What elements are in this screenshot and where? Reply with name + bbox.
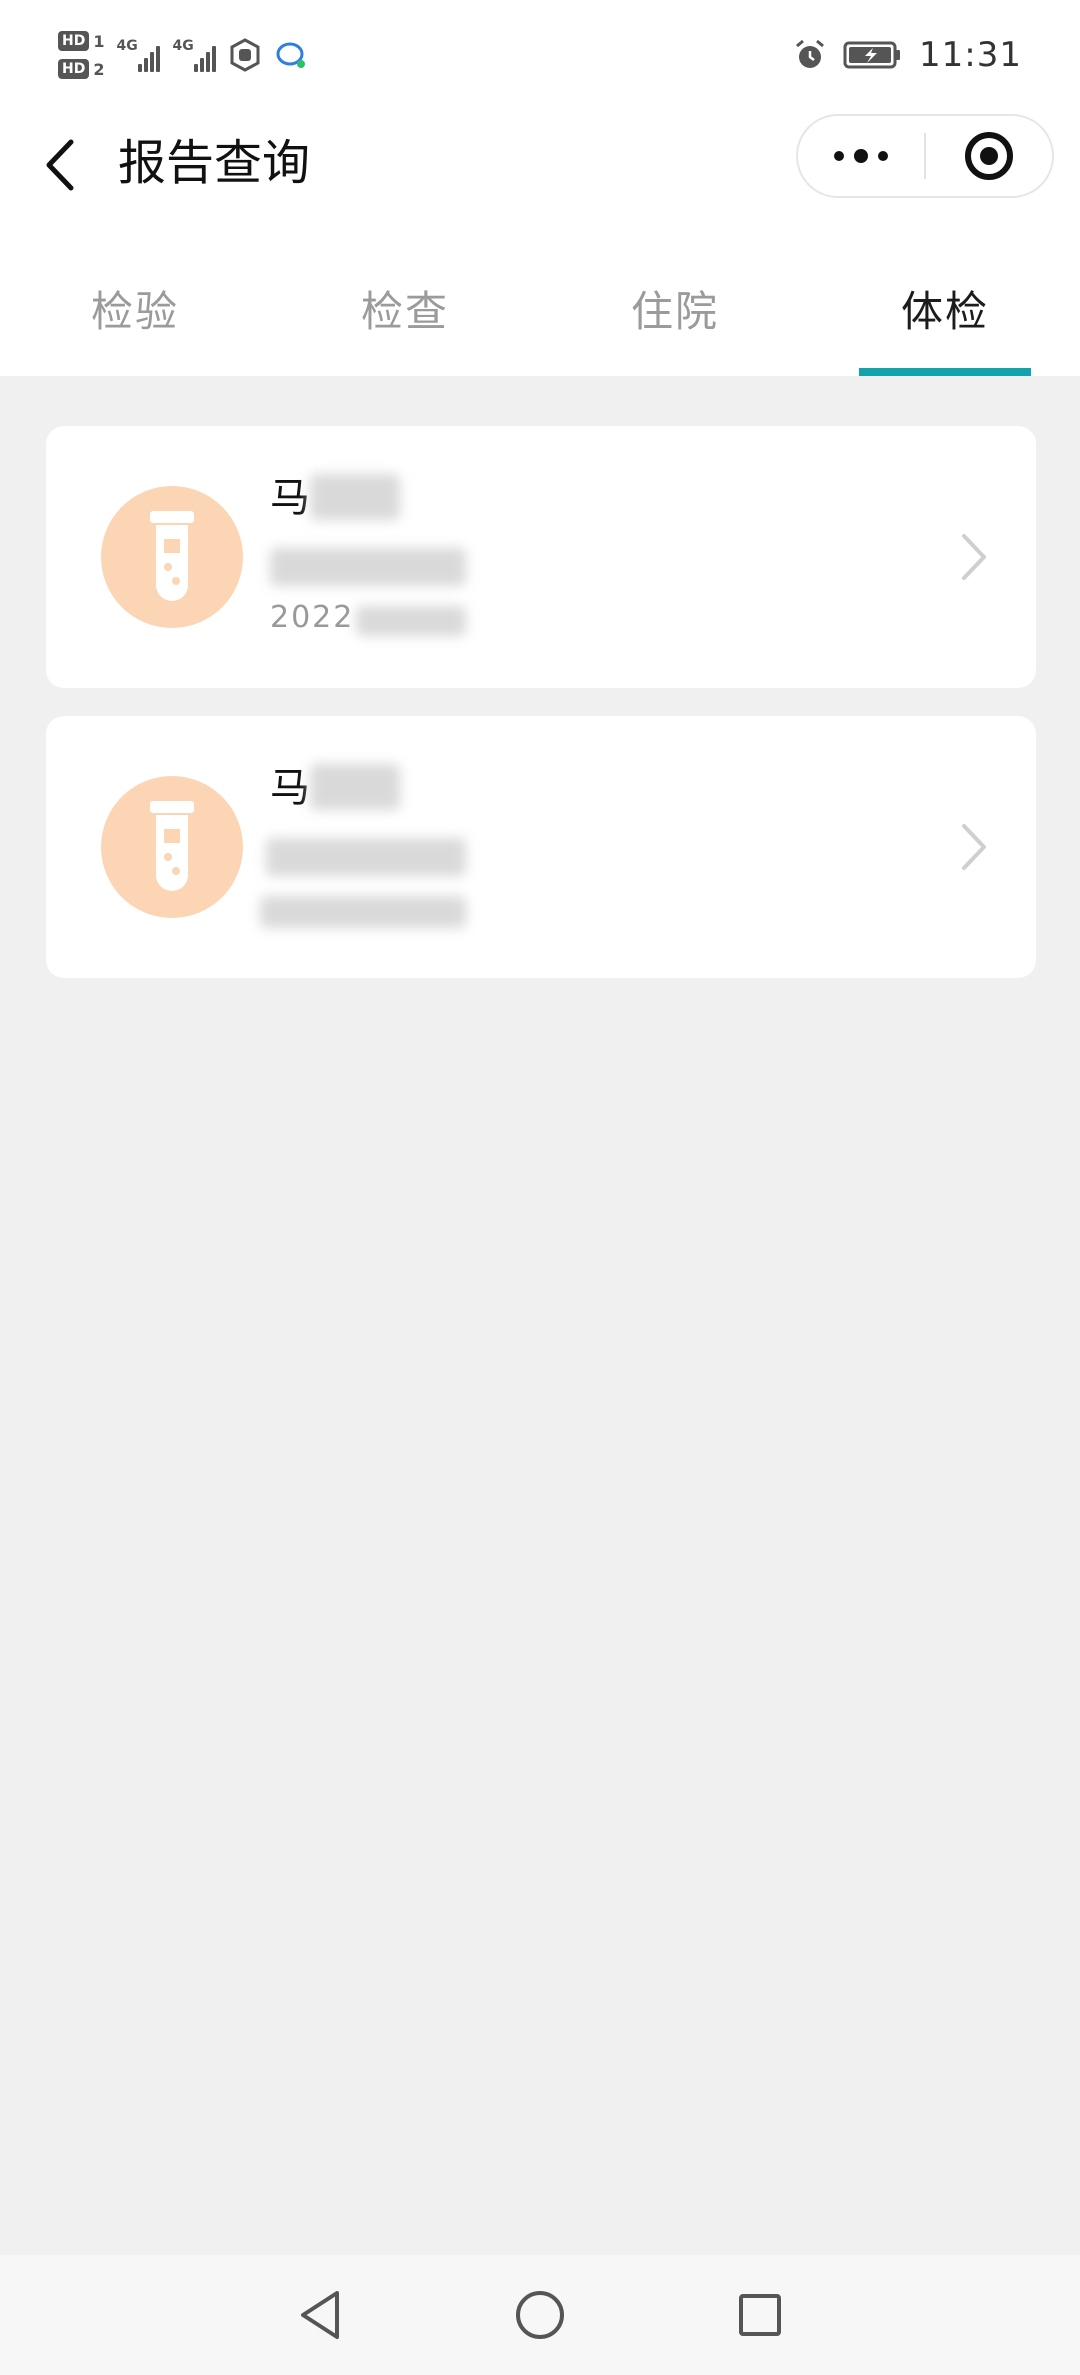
back-button[interactable] <box>30 130 90 200</box>
sim2-hd-label: HD <box>58 59 90 79</box>
status-left: HD 1 HD 2 4G 4G <box>58 30 308 80</box>
nav-recents-button[interactable] <box>730 2285 790 2345</box>
status-bar: HD 1 HD 2 4G 4G 11:31 <box>0 0 1080 110</box>
sim1-hd-label: HD <box>58 31 90 51</box>
chevron-right-icon <box>962 824 986 870</box>
date-redaction <box>260 896 466 928</box>
report-avatar <box>101 486 243 628</box>
tab-physical-exam[interactable]: 体检 <box>810 240 1080 376</box>
target-icon <box>965 132 1013 180</box>
tab-hospitalization[interactable]: 住院 <box>540 240 810 376</box>
test-tube-icon <box>150 801 194 891</box>
nav-back-button[interactable] <box>290 2285 350 2345</box>
test-tube-icon <box>150 511 194 601</box>
chevron-left-icon <box>46 139 74 191</box>
report-tabs: 检验 检查 住院 体检 <box>0 240 1080 376</box>
sim-indicators: HD 1 HD 2 <box>58 30 104 80</box>
title-bar: 报告查询 <box>0 110 1080 240</box>
screen: HD 1 HD 2 4G 4G 11:31 报告查询 检验 检查 住院 体检 马… <box>0 0 1080 2375</box>
date-redaction <box>356 606 466 636</box>
signal-1-icon: 4G <box>116 38 161 72</box>
tab-lab-test[interactable]: 检验 <box>0 240 270 376</box>
report-card[interactable]: 马 2022 <box>46 426 1036 688</box>
circle-home-icon <box>516 2291 564 2339</box>
message-bubble-icon <box>276 42 306 68</box>
square-recents-icon <box>739 2294 781 2336</box>
patient-name: 马 <box>270 765 310 811</box>
tab-examination[interactable]: 检查 <box>270 240 540 376</box>
alarm-icon <box>796 39 824 68</box>
patient-name: 马 <box>270 475 310 521</box>
id-redaction <box>266 838 466 876</box>
status-right: 11:31 <box>793 35 1022 75</box>
triangle-back-icon <box>301 2291 339 2339</box>
sim1-number: 1 <box>93 31 105 51</box>
network-2-label: 4G <box>172 38 194 54</box>
network-1-label: 4G <box>116 38 138 54</box>
more-dots-icon <box>834 149 888 163</box>
chevron-right-icon <box>962 534 986 580</box>
id-redaction <box>270 548 466 586</box>
name-redaction <box>310 764 400 810</box>
signal-2-icon: 4G <box>172 38 217 72</box>
report-list: 马 2022 马 <box>46 426 1036 1006</box>
report-card[interactable]: 马 <box>46 716 1036 978</box>
system-nav-bar <box>0 2255 1080 2375</box>
more-button[interactable] <box>798 116 924 196</box>
sim2-indicator: HD 2 <box>58 58 104 80</box>
sim1-indicator: HD 1 <box>58 30 104 52</box>
menu-capsule <box>796 114 1054 198</box>
status-time: 11:31 <box>919 35 1022 75</box>
name-redaction <box>310 474 400 520</box>
page-title: 报告查询 <box>118 135 311 191</box>
close-miniprogram-button[interactable] <box>926 116 1052 196</box>
nav-home-button[interactable] <box>510 2285 570 2345</box>
hand-shield-icon <box>230 38 260 72</box>
report-date: 2022 <box>270 600 355 635</box>
battery-icon <box>843 41 901 69</box>
report-avatar <box>101 776 243 918</box>
sim2-number: 2 <box>93 59 105 79</box>
